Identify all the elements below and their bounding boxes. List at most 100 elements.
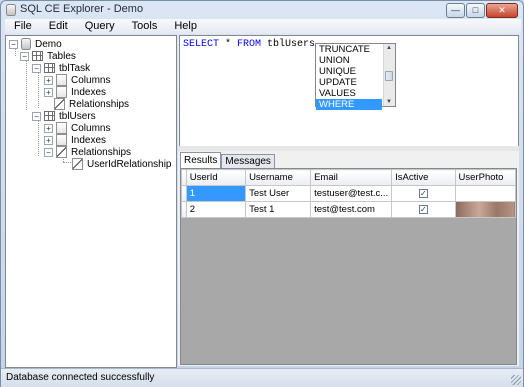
horizontal-splitter[interactable] bbox=[178, 146, 519, 151]
autocomplete-list[interactable]: TRUNCATE UNION UNIQUE UPDATE VALUES WHER… bbox=[315, 43, 396, 110]
column-header-username[interactable]: Username bbox=[245, 169, 312, 186]
tree-guide bbox=[63, 162, 71, 163]
relationships-icon bbox=[54, 98, 65, 110]
expand-icon[interactable]: + bbox=[44, 87, 53, 97]
tab-results[interactable]: Results bbox=[180, 152, 222, 168]
collapse-icon[interactable]: − bbox=[32, 111, 41, 121]
cell-username[interactable]: Test User bbox=[245, 185, 312, 202]
tree-node-label: Columns bbox=[71, 74, 111, 86]
tree-node-label: Columns bbox=[71, 122, 111, 134]
minimize-button[interactable]: — bbox=[446, 3, 465, 18]
table-header-row: UserId Username Email IsActive UserPhoto bbox=[181, 169, 517, 186]
cell-isactive[interactable]: ✓ bbox=[391, 201, 456, 218]
scroll-up-icon[interactable]: ▲ bbox=[386, 45, 392, 51]
autocomplete-item[interactable]: UPDATE bbox=[316, 77, 382, 88]
tree-node-tblusers[interactable]: − tblUsers bbox=[32, 110, 96, 122]
sql-query-editor[interactable]: SELECT * FROM tblUsers TRUNCATE UNION UN… bbox=[179, 35, 519, 147]
status-bar: Database connected successfully bbox=[1, 368, 523, 387]
column-header-email[interactable]: Email bbox=[310, 169, 393, 186]
user-photo-thumbnail[interactable] bbox=[454, 201, 517, 218]
menu-help[interactable]: Help bbox=[165, 19, 205, 34]
database-app-icon bbox=[6, 4, 16, 16]
maximize-button[interactable]: □ bbox=[466, 3, 485, 18]
autocomplete-item[interactable]: UNIQUE bbox=[316, 66, 382, 77]
menu-file[interactable]: File bbox=[5, 19, 40, 34]
tree-node-tbltask[interactable]: − tblTask bbox=[32, 62, 90, 74]
cell-isactive[interactable]: ✓ bbox=[391, 185, 456, 202]
tables-icon bbox=[32, 51, 43, 61]
tree-node-tblusers-columns[interactable]: + Columns bbox=[44, 122, 110, 134]
sql-table-name: tblUsers bbox=[261, 39, 316, 50]
collapse-icon[interactable]: − bbox=[9, 39, 18, 49]
sql-keyword-select: SELECT bbox=[183, 39, 220, 50]
autocomplete-items: TRUNCATE UNION UNIQUE UPDATE VALUES WHER… bbox=[316, 44, 382, 110]
relationships-icon bbox=[56, 146, 67, 158]
indexes-icon bbox=[56, 86, 67, 98]
results-table: UserId Username Email IsActive UserPhoto… bbox=[181, 169, 517, 218]
column-header-isactive[interactable]: IsActive bbox=[391, 169, 456, 186]
tree-node-label: Relationships bbox=[69, 98, 130, 110]
table-icon bbox=[44, 63, 55, 73]
column-header-userid[interactable]: UserId bbox=[185, 169, 247, 186]
checkbox-checked[interactable]: ✓ bbox=[418, 205, 428, 214]
tree-guide bbox=[38, 120, 39, 156]
tree-node-tbltask-relationships[interactable]: Relationships bbox=[54, 98, 129, 110]
results-grid[interactable]: UserId Username Email IsActive UserPhoto… bbox=[180, 168, 517, 365]
menu-query[interactable]: Query bbox=[76, 19, 123, 34]
tree-node-tblusers-relationships[interactable]: − Relationships bbox=[44, 146, 131, 158]
tree-node-database[interactable]: − Demo bbox=[9, 38, 62, 50]
tree-node-label: Indexes bbox=[71, 134, 107, 146]
object-explorer-tree[interactable]: − Demo − Tables − tblTask + Columns + In… bbox=[5, 35, 177, 368]
menu-tools[interactable]: Tools bbox=[123, 19, 166, 34]
column-header-userphoto[interactable]: UserPhoto bbox=[454, 169, 517, 186]
results-tabs: Results Messages bbox=[180, 152, 275, 168]
collapse-icon[interactable]: − bbox=[32, 63, 41, 73]
expand-icon[interactable]: + bbox=[44, 123, 53, 133]
title-bar[interactable]: SQL CE Explorer - Demo — □ ✕ bbox=[1, 1, 523, 18]
status-text: Database connected successfully bbox=[6, 372, 155, 383]
resize-grip-icon[interactable] bbox=[511, 375, 521, 385]
sql-star: * bbox=[219, 39, 238, 50]
autocomplete-scrollbar[interactable]: ▲ ▼ bbox=[383, 44, 395, 106]
table-row[interactable]: 1 Test User testuser@test.c... ✓ bbox=[181, 185, 517, 202]
scrollbar-thumb[interactable] bbox=[385, 71, 393, 81]
table-icon bbox=[44, 111, 55, 121]
app-window: SQL CE Explorer - Demo — □ ✕ File Edit Q… bbox=[0, 0, 524, 387]
checkbox-checked[interactable]: ✓ bbox=[418, 189, 428, 198]
expand-icon[interactable]: + bbox=[44, 75, 53, 85]
tree-node-tables[interactable]: − Tables bbox=[20, 50, 76, 62]
tree-node-useridrelationship[interactable]: UserIdRelationship bbox=[72, 158, 172, 170]
cell-userid[interactable]: 1 bbox=[185, 185, 247, 202]
columns-icon bbox=[56, 122, 67, 134]
cell-userphoto[interactable] bbox=[454, 185, 517, 202]
indexes-icon bbox=[56, 134, 67, 146]
sql-keyword-from: FROM bbox=[237, 39, 262, 50]
tree-node-tblusers-indexes[interactable]: + Indexes bbox=[44, 134, 106, 146]
menu-edit[interactable]: Edit bbox=[40, 19, 76, 34]
cell-email[interactable]: test@test.com bbox=[310, 201, 393, 218]
cell-userid[interactable]: 2 bbox=[185, 201, 247, 218]
expand-icon[interactable]: + bbox=[44, 135, 53, 145]
cell-username[interactable]: Test 1 bbox=[245, 201, 312, 218]
autocomplete-item[interactable]: TRUNCATE bbox=[316, 44, 382, 55]
tree-node-label: Relationships bbox=[71, 146, 132, 158]
window-controls: — □ ✕ bbox=[445, 3, 518, 18]
tree-node-tbltask-columns[interactable]: + Columns bbox=[44, 74, 110, 86]
tree-guide bbox=[38, 72, 39, 108]
autocomplete-item[interactable]: UNION bbox=[316, 55, 382, 66]
scroll-down-icon[interactable]: ▼ bbox=[386, 99, 392, 105]
sql-query-text: SELECT * FROM tblUsers bbox=[183, 39, 315, 50]
tree-node-label: Demo bbox=[35, 38, 62, 50]
tab-messages[interactable]: Messages bbox=[221, 154, 275, 168]
cell-email[interactable]: testuser@test.c... bbox=[310, 185, 393, 202]
columns-icon bbox=[56, 74, 67, 86]
collapse-icon[interactable]: − bbox=[44, 147, 53, 157]
menu-bar: File Edit Query Tools Help bbox=[5, 19, 521, 34]
tree-node-label: tblUsers bbox=[59, 110, 96, 122]
tree-node-tbltask-indexes[interactable]: + Indexes bbox=[44, 86, 106, 98]
table-row[interactable]: 2 Test 1 test@test.com ✓ bbox=[181, 201, 517, 218]
close-button[interactable]: ✕ bbox=[486, 3, 518, 18]
collapse-icon[interactable]: − bbox=[20, 51, 29, 61]
autocomplete-item-selected[interactable]: WHERE bbox=[316, 99, 382, 110]
autocomplete-item[interactable]: VALUES bbox=[316, 88, 382, 99]
